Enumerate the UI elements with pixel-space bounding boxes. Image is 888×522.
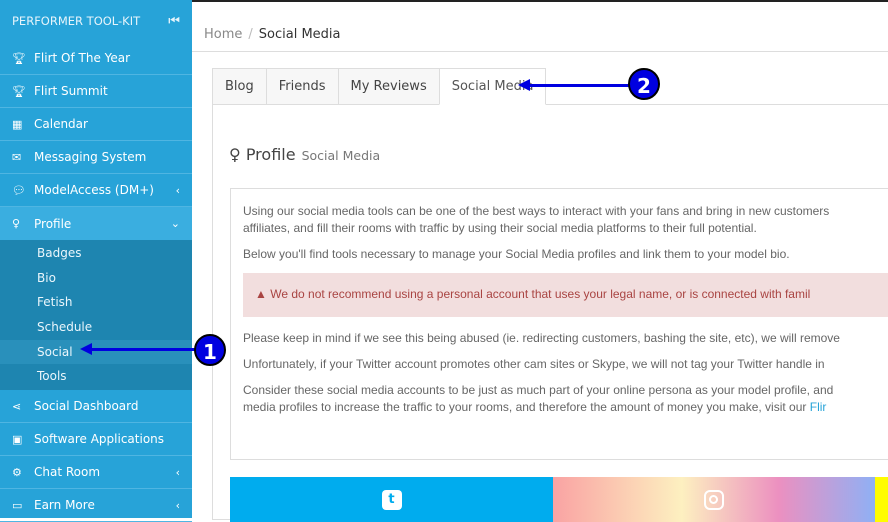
tab-panel: ♀ Profile Social Media Using our social m… [212, 104, 888, 522]
sidebar-item-software-applications[interactable]: ▣ Software Applications [0, 423, 192, 457]
sidebar-item-label: Earn More [34, 498, 95, 513]
sidebar-item-social-dashboard[interactable]: ⋖ Social Dashboard [0, 390, 192, 424]
info-text: Using our social media tools can be one … [243, 204, 830, 218]
info-text: media profiles to increase the traffic t… [243, 400, 810, 414]
breadcrumb-home[interactable]: Home [204, 27, 242, 42]
female-icon: ♀ [12, 217, 21, 230]
page-title: ♀ Profile Social Media [229, 145, 380, 164]
tab-my-reviews[interactable]: My Reviews [337, 68, 439, 105]
warning-alert: ▲ We do not recommend using a personal a… [243, 273, 888, 317]
tab-friends[interactable]: Friends [265, 68, 338, 105]
twitter-button[interactable]: t [230, 477, 553, 522]
annotation-arrow-1 [80, 343, 198, 355]
money-icon: ▭ [12, 498, 23, 512]
info-paragraph: Using our social media tools can be one … [243, 203, 878, 237]
breadcrumb-current: Social Media [258, 27, 341, 42]
flirt-link[interactable]: Flir [810, 400, 827, 414]
share-icon: ⋖ [12, 399, 22, 413]
info-paragraph: Consider these social media accounts to … [243, 382, 878, 416]
sidebar-item-label: Chat Room [34, 465, 101, 480]
female-icon: ♀ [229, 145, 241, 164]
info-paragraph: Please keep in mind if we see this being… [243, 331, 840, 345]
sidebar-item-label: Software Applications [34, 432, 165, 447]
sidebar-item-chat-room[interactable]: ⚙ Chat Room ‹ [0, 456, 192, 490]
sidebar-item-flirt-summit[interactable]: 🏆︎ Flirt Summit [0, 75, 192, 108]
submenu-item-schedule[interactable]: Schedule [0, 315, 192, 340]
annotation-badge-1: 1 [194, 334, 226, 366]
page-title-text: Profile [245, 145, 296, 164]
sidebar-header: PERFORMER TOOL-KIT ⏮ [0, 0, 192, 42]
info-box: Using our social media tools can be one … [230, 188, 888, 460]
tab-blog[interactable]: Blog [212, 68, 266, 105]
breadcrumb-separator: / [248, 27, 253, 42]
submenu-item-social[interactable]: Social [0, 339, 192, 365]
twitter-icon: t [381, 489, 402, 510]
chevron-left-icon: ‹ [175, 183, 180, 197]
sidebar: PERFORMER TOOL-KIT ⏮ 🏆︎ Flirt Of The Year… [0, 0, 192, 522]
info-paragraph: Below you'll find tools necessary to man… [243, 247, 790, 261]
sidebar-item-profile[interactable]: ♀ Profile ⌄ [0, 207, 192, 240]
submenu-item-badges[interactable]: Badges [0, 241, 192, 266]
breadcrumb: Home / Social Media [192, 2, 888, 52]
comments-icon: 💬︎ [12, 183, 26, 197]
submenu-item-bio[interactable]: Bio [0, 266, 192, 291]
sidebar-item-messaging-system[interactable]: ✉ Messaging System [0, 141, 192, 174]
page-subtitle: Social Media [301, 148, 381, 163]
envelope-icon: ✉ [12, 150, 22, 164]
chevron-left-icon: ‹ [175, 465, 180, 479]
sidebar-item-flirt-of-the-year[interactable]: 🏆︎ Flirt Of The Year [0, 42, 192, 75]
trophy-icon: 🏆︎ [12, 51, 26, 65]
sidebar-item-label: Flirt Of The Year [34, 51, 131, 65]
instagram-button[interactable] [553, 477, 875, 522]
floppy-icon: ▣ [12, 432, 23, 446]
app-title: PERFORMER TOOL-KIT [12, 14, 141, 28]
cogs-icon: ⚙ [12, 465, 22, 479]
instagram-icon [704, 489, 724, 510]
snapchat-button[interactable] [875, 477, 888, 522]
sidebar-item-label: Profile [34, 216, 72, 231]
main-content: Home / Social Media ♀ Profile Social Media … [192, 0, 888, 522]
info-text: affiliates, and fill their rooms with tr… [243, 221, 757, 235]
sidebar-item-modelaccess[interactable]: 💬︎ ModelAccess (DM+) ‹ [0, 174, 192, 207]
submenu-item-fetish[interactable]: Fetish [0, 290, 192, 315]
info-paragraph: Unfortunately, if your Twitter account p… [243, 357, 825, 371]
sidebar-item-label: Flirt Summit [34, 84, 108, 98]
sidebar-item-label: Social Dashboard [34, 399, 139, 414]
sidebar-item-calendar[interactable]: ▦ Calendar [0, 108, 192, 141]
chevron-left-icon: ‹ [175, 498, 180, 512]
social-bar: t [230, 477, 888, 522]
submenu-item-tools[interactable]: Tools [0, 364, 192, 389]
sidebar-item-label: ModelAccess (DM+) [34, 183, 154, 197]
sidebar-item-earn-more[interactable]: ▭ Earn More ‹ [0, 489, 192, 522]
collapse-left-icon[interactable]: ⏮ [168, 14, 180, 29]
annotation-arrow-2 [518, 79, 632, 91]
profile-submenu: Badges Bio Fetish Schedule Social Tools [0, 240, 192, 391]
sidebar-item-label: Calendar [34, 117, 88, 131]
tabs: Blog Friends My Reviews Social Media [212, 68, 547, 105]
info-text: Consider these social media accounts to … [243, 383, 834, 397]
calendar-icon: ▦ [12, 117, 23, 131]
trophy-icon: 🏆︎ [12, 84, 26, 98]
annotation-badge-2: 2 [628, 68, 660, 100]
sidebar-item-label: Messaging System [34, 150, 147, 164]
warning-icon: ▲ [255, 287, 267, 301]
chevron-down-icon: ⌄ [170, 217, 180, 230]
alert-text: We do not recommend using a personal acc… [270, 287, 811, 301]
